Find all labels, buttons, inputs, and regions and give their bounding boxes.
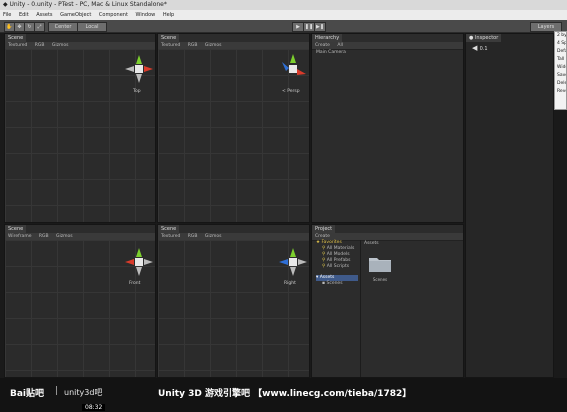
view-axis-label: Front: [129, 281, 141, 286]
project-panel: Project Create ★ Favorites ⚲ All Materia…: [311, 224, 464, 378]
menu-item-wide[interactable]: Wide: [555, 64, 566, 72]
menu-component[interactable]: Component: [99, 12, 128, 18]
hierarchy-panel: Hierarchy Create All Main Camera: [311, 33, 464, 223]
scene-gizmo-icon[interactable]: [276, 245, 310, 279]
step-button[interactable]: ▶❚: [314, 22, 326, 32]
scene-tab[interactable]: Scene: [5, 225, 27, 233]
menu-help[interactable]: Help: [163, 12, 174, 18]
scene-view-front[interactable]: Scene Wireframe RGB Gizmos Front: [4, 224, 156, 378]
menu-item-tall[interactable]: Tall: [555, 56, 566, 64]
watermark-bar: Bai贴吧 | unity3d吧 Unity 3D 游戏引擎吧 【www.lin…: [0, 378, 567, 412]
gizmos-dropdown[interactable]: Gizmos: [205, 234, 222, 239]
scene-view-right[interactable]: Scene Textured RGB Gizmos Right: [157, 224, 310, 378]
view-axis-label: Top: [133, 89, 141, 94]
menu-gameobject[interactable]: GameObject: [60, 12, 91, 18]
folder-label: Scenes: [372, 277, 388, 282]
menu-item-4-split[interactable]: 4 Split: [555, 40, 566, 48]
render-mode-dropdown[interactable]: RGB: [39, 234, 49, 239]
shading-dropdown[interactable]: Textured: [161, 234, 180, 239]
scene-view-persp[interactable]: Scene Textured RGB Gizmos < Persp: [157, 33, 310, 223]
menu-bar: File Edit Assets GameObject Component Wi…: [0, 10, 567, 20]
menu-item-revert-factory[interactable]: Revert Factory Settings...: [555, 88, 566, 96]
space-toggle[interactable]: Local: [77, 22, 107, 32]
window-title: Unity - 0.unity - PTest - PC, Mac & Linu…: [9, 1, 167, 8]
shading-dropdown[interactable]: Textured: [8, 43, 27, 48]
assets-breadcrumb: Assets: [364, 241, 379, 246]
menu-file[interactable]: File: [3, 12, 11, 18]
scenes-folder[interactable]: Scenes: [368, 255, 392, 282]
scene-tab[interactable]: Scene: [5, 34, 27, 42]
forum-name: unity3d吧: [64, 388, 103, 397]
unity-object-icon: ◀: [472, 44, 480, 52]
project-tree: ★ Favorites ⚲ All Materials ⚲ All Models…: [316, 240, 358, 287]
baidu-tieba-logo: Bai贴吧: [10, 389, 45, 399]
pivot-toggle[interactable]: Center: [48, 22, 78, 32]
menu-edit[interactable]: Edit: [19, 12, 29, 18]
hierarchy-tab[interactable]: Hierarchy: [312, 34, 343, 42]
timestamp: 08:32: [82, 404, 106, 411]
scene-gizmo-icon[interactable]: [276, 52, 310, 86]
project-divider: [360, 240, 361, 377]
project-create-dropdown[interactable]: Create: [315, 234, 330, 239]
menu-item-2-by-3[interactable]: 2 by 3: [555, 32, 566, 40]
shading-dropdown[interactable]: Textured: [161, 43, 180, 48]
inspector-object-row[interactable]: ◀ 0.1: [472, 44, 488, 52]
favorite-all-scripts[interactable]: ⚲ All Scripts: [316, 264, 358, 270]
scene-gizmo-icon[interactable]: [122, 245, 156, 279]
folder-icon: [369, 258, 391, 272]
scene-view-top[interactable]: Scene Textured RGB Gizmos Top: [4, 33, 156, 223]
render-mode-dropdown[interactable]: RGB: [35, 43, 45, 48]
favorites-label: Favorites: [321, 240, 342, 245]
hierarchy-create-dropdown[interactable]: Create: [315, 43, 330, 48]
main-toolbar: ✋ ✥ ↻ ⤢ Center Local ▶ ❚❚ ▶❚ Layers: [0, 20, 567, 33]
menu-assets[interactable]: Assets: [36, 12, 52, 18]
shading-dropdown[interactable]: Wireframe: [8, 234, 31, 239]
watermark-text: Unity 3D 游戏引擎吧 【www.linecg.com/tieba/178…: [158, 389, 412, 399]
inspector-panel: ● Inspector ◀ 0.1: [465, 33, 554, 378]
gizmos-dropdown[interactable]: Gizmos: [52, 43, 69, 48]
menu-item-delete-layout[interactable]: Delete Layout...: [555, 80, 566, 88]
scene-tab[interactable]: Scene: [158, 225, 180, 233]
inspector-tab[interactable]: ● Inspector: [466, 34, 502, 42]
menu-item-save-layout[interactable]: Save Layout...: [555, 72, 566, 80]
scene-tab[interactable]: Scene: [158, 34, 180, 42]
menu-item-default[interactable]: Default: [555, 48, 566, 56]
project-tab[interactable]: Project: [312, 225, 336, 233]
watermark-separator: |: [55, 386, 59, 396]
assets-label: Assets: [319, 275, 335, 280]
menu-window[interactable]: Window: [136, 12, 156, 18]
inspector-tab-label: Inspector: [474, 35, 499, 41]
view-axis-label: < Persp: [282, 89, 300, 94]
scene-gizmo-icon[interactable]: [122, 52, 156, 86]
inspector-object-name: 0.1: [479, 46, 488, 52]
hierarchy-item-main-camera[interactable]: Main Camera: [312, 49, 463, 56]
gizmos-dropdown[interactable]: Gizmos: [205, 43, 222, 48]
layout-context-menu: 2 by 3 4 Split Default Tall Wide Save La…: [554, 31, 567, 110]
scale-tool-button[interactable]: ⤢: [34, 22, 45, 32]
assets-tree-scenes[interactable]: ▪ Scenes: [316, 281, 358, 287]
render-mode-dropdown[interactable]: RGB: [188, 43, 198, 48]
gizmos-dropdown[interactable]: Gizmos: [56, 234, 73, 239]
window-title-bar: ◆ Unity - 0.unity - PTest - PC, Mac & Li…: [0, 0, 567, 10]
hierarchy-search[interactable]: All: [337, 43, 343, 48]
view-axis-label: Right: [284, 281, 296, 286]
render-mode-dropdown[interactable]: RGB: [188, 234, 198, 239]
